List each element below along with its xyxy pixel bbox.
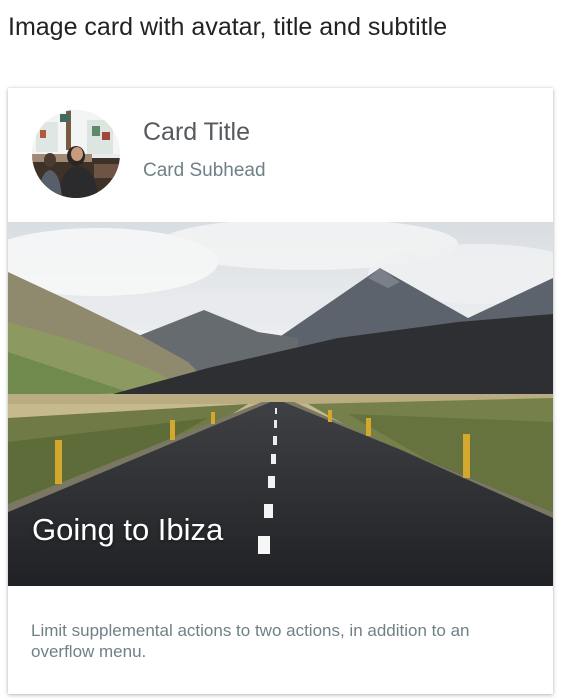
media-caption: Going to Ibiza xyxy=(32,512,224,547)
avatar[interactable] xyxy=(32,110,120,198)
page-heading: Image card with avatar, title and subtit… xyxy=(8,13,448,41)
card-subhead: Card Subhead xyxy=(143,160,266,181)
image-card: Card Title Card Subhead Going to Ibiza L… xyxy=(8,88,553,694)
card-supporting-text: Limit supplemental actions to two action… xyxy=(31,621,470,661)
card-title: Card Title xyxy=(143,118,250,146)
card-media-image[interactable]: Going to Ibiza xyxy=(8,222,553,586)
card-header: Card Title Card Subhead xyxy=(8,88,553,222)
avatar-photo xyxy=(32,110,120,198)
